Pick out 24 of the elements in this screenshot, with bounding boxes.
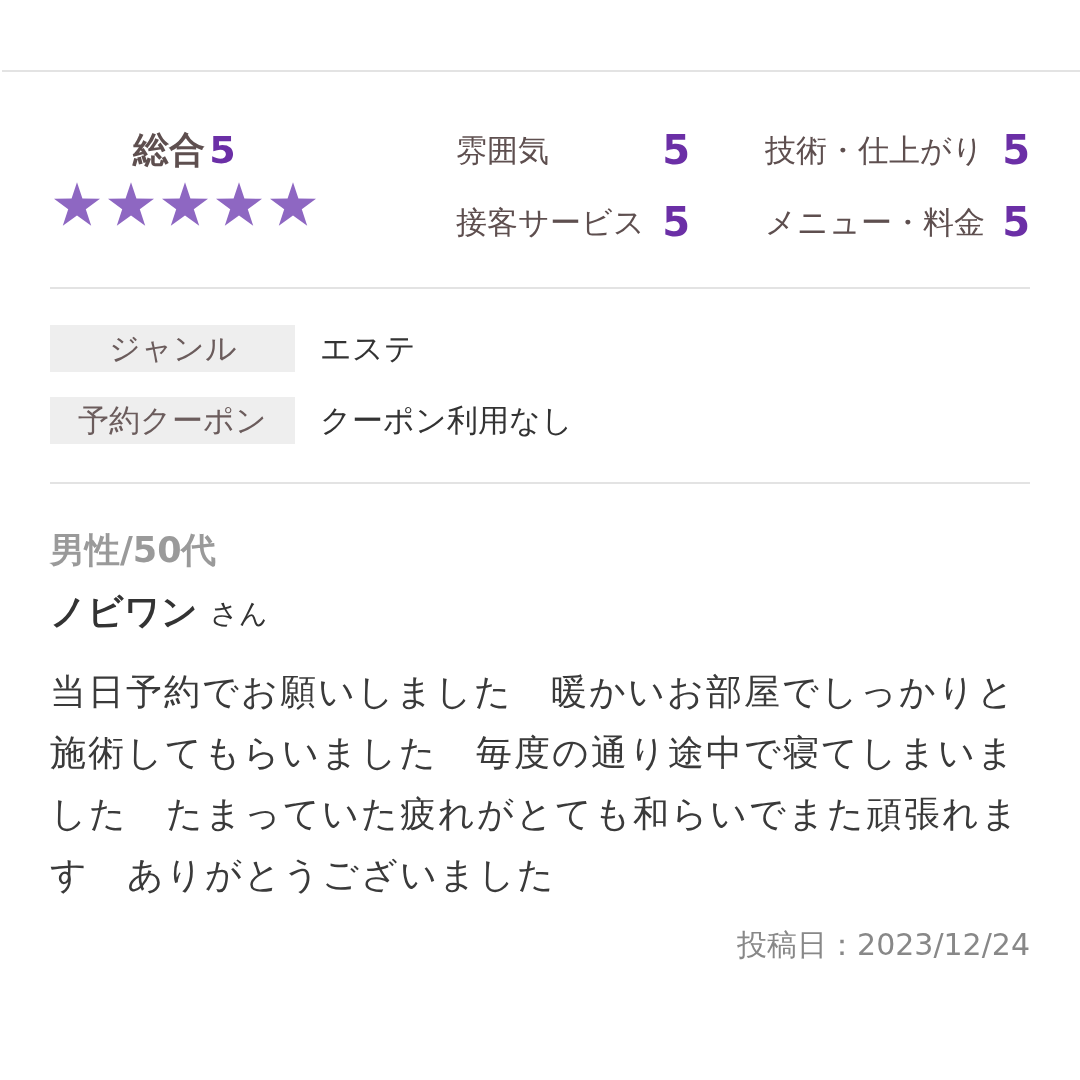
posted-date: 投稿日：2023/12/24 — [737, 926, 1030, 964]
reviewer-profile: 男性/50代 — [50, 532, 217, 568]
detail-label: ジャンル — [50, 325, 295, 372]
rating-value: 5 — [1002, 130, 1030, 170]
honorific: さん — [210, 596, 268, 632]
rating-category-label: 技術・仕上がり — [765, 134, 984, 166]
detail-label: 予約クーポン — [50, 397, 295, 444]
detail-value: エステ — [320, 329, 416, 369]
star-icon — [269, 182, 316, 226]
rating-value: 5 — [1002, 202, 1030, 242]
overall-rating-value: 5 — [209, 131, 236, 169]
rating-category-label: 雰囲気 — [456, 134, 549, 166]
star-icon — [107, 182, 154, 226]
star-icon — [53, 182, 100, 226]
detail-value: クーポン利用なし — [320, 401, 573, 441]
rating-category-label: メニュー・料金 — [765, 206, 985, 238]
rating-category-label: 接客サービス — [456, 206, 645, 238]
star-icon — [161, 182, 208, 226]
review-text: 当日予約でお願いしました 暖かいお部屋でしっかりと施術してもらいました 毎度の通り途中で寝てしまいました たまっていた疲れがとても和らいでまた頑張れます ありがとうございました — [50, 670, 1021, 897]
star-icon — [215, 182, 262, 226]
reviewer-name: ノビワン — [50, 590, 198, 634]
overall-rating-label: 総合 — [133, 132, 206, 168]
rating-value: 5 — [662, 130, 690, 170]
rating-value: 5 — [662, 202, 690, 242]
